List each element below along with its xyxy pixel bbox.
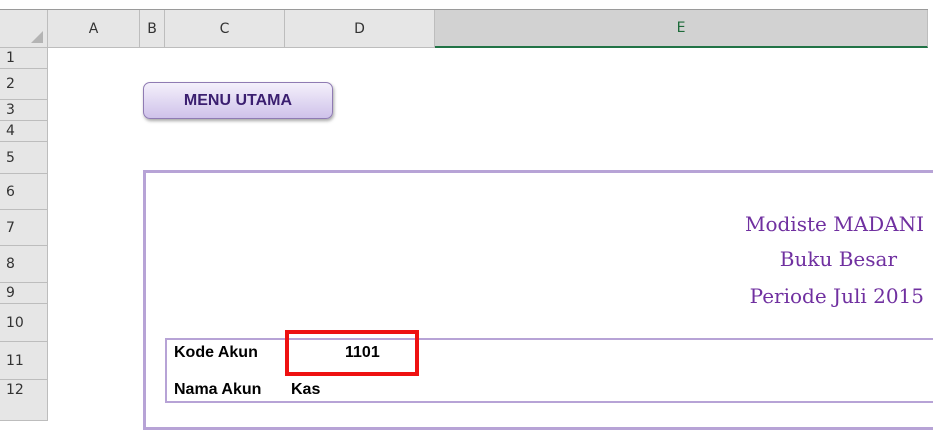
row-header-11[interactable]: 11 [0,342,48,380]
row-header-1[interactable]: 1 [0,48,48,69]
row-header-10[interactable]: 10 [0,304,48,342]
account-name-label: Nama Akun [174,381,262,398]
row-header-4[interactable]: 4 [0,121,48,142]
row-header-9[interactable]: 9 [0,283,48,304]
select-all-corner[interactable] [0,10,48,48]
report-title: Buku Besar [779,247,897,271]
account-code-highlight [285,330,419,376]
column-header-a[interactable]: A [48,10,140,48]
row-header-2[interactable]: 2 [0,69,48,100]
row-header-8[interactable]: 8 [0,246,48,283]
spreadsheet-window: A B C D E 1 2 3 4 5 6 7 8 9 10 11 12 MEN… [0,0,933,430]
report-period: Periode Juli 2015 [749,284,924,308]
row-header-6[interactable]: 6 [0,174,48,210]
account-info-box [165,338,933,403]
row-header-3[interactable]: 3 [0,100,48,121]
column-header-d[interactable]: D [285,10,435,48]
company-name: Modiste MADANI [744,212,924,236]
column-header-e[interactable]: E [435,10,928,48]
row-header-12[interactable]: 12 [0,380,48,421]
row-header-7[interactable]: 7 [0,210,48,246]
column-header-b[interactable]: B [140,10,165,48]
column-header-c[interactable]: C [165,10,285,48]
account-name-value[interactable]: Kas [291,381,320,399]
account-code-label: Kode Akun [174,344,258,361]
top-border [0,0,933,10]
select-all-triangle-icon [31,31,43,43]
menu-utama-button[interactable]: MENU UTAMA [143,82,333,119]
row-header-5[interactable]: 5 [0,142,48,174]
